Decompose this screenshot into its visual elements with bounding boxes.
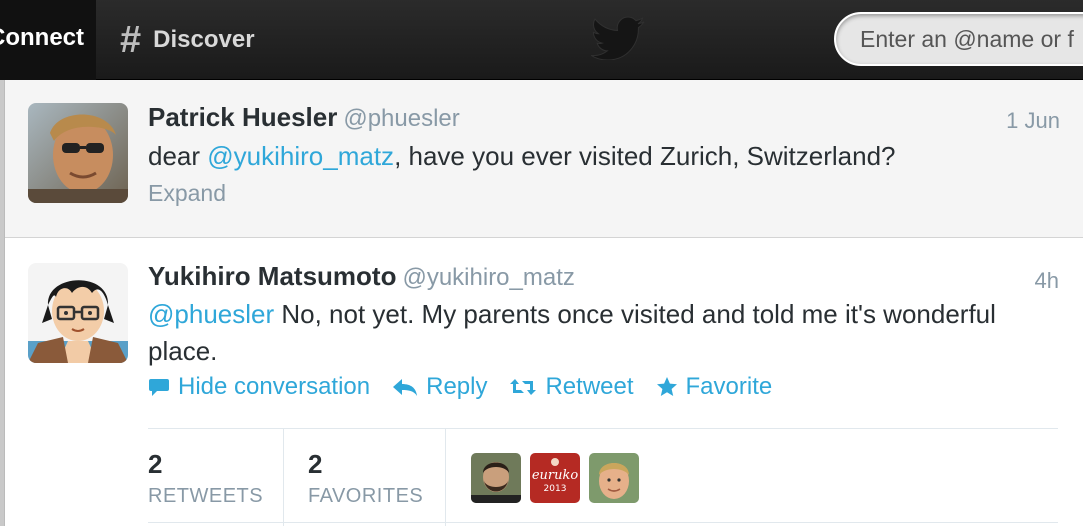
mention-link[interactable]: @phuesler xyxy=(148,299,274,329)
svg-text:euruko: euruko xyxy=(532,468,579,483)
tweet-timestamp[interactable]: 1 Jun xyxy=(1006,108,1060,134)
retweets-count: 2 xyxy=(148,449,163,479)
search-input[interactable] xyxy=(834,12,1083,66)
retweet-button[interactable]: Retweet xyxy=(509,373,634,401)
tweet-header: Patrick Huesler @phuesler xyxy=(148,102,460,133)
avatar[interactable] xyxy=(28,263,128,363)
speech-bubble-icon xyxy=(149,379,169,396)
timeline-panel: Patrick Huesler @phuesler 1 Jun dear @yuk… xyxy=(4,80,1083,526)
nav-discover-label: Discover xyxy=(153,26,255,53)
tweet-header: Yukihiro Matsumoto @yukihiro_matz xyxy=(148,261,575,292)
tweet-text-part: dear xyxy=(148,141,208,171)
tweet-text-part: , have you ever visited Zurich, Switzerl… xyxy=(394,141,896,171)
tweet-stats: 2 RETWEETS 2 FAVORITES euruko 2013 xyxy=(148,428,1058,526)
tweet-text: @phuesler No, not yet. My parents once v… xyxy=(148,296,1008,370)
favorites-count: 2 xyxy=(308,449,323,479)
divider xyxy=(148,522,1058,523)
favorites-label: FAVORITES xyxy=(308,485,424,507)
reply-arrow-icon xyxy=(393,379,418,396)
author-name[interactable]: Yukihiro Matsumoto xyxy=(148,261,396,291)
svg-text:2013: 2013 xyxy=(544,484,567,494)
favorite-label: Favorite xyxy=(685,373,773,400)
favorite-button[interactable]: Favorite xyxy=(656,373,773,401)
author-handle[interactable]: @phuesler xyxy=(343,105,459,132)
tweet-timestamp[interactable]: 4h xyxy=(1035,268,1059,294)
tweet-actions: Hide conversation Reply Retweet Favorite xyxy=(148,373,794,401)
retweeter-avatar[interactable] xyxy=(471,453,521,503)
avatar[interactable] xyxy=(28,103,128,203)
hash-icon: # xyxy=(120,19,142,61)
tweet-text: dear @yukihiro_matz, have you ever visit… xyxy=(148,138,896,175)
divider xyxy=(283,429,284,526)
top-navigation-bar: Connect # Discover xyxy=(0,0,1083,80)
divider xyxy=(445,429,446,526)
retweeter-avatar[interactable]: euruko 2013 xyxy=(530,453,580,503)
hide-conversation-button[interactable]: Hide conversation xyxy=(148,373,370,401)
retweet-label: Retweet xyxy=(545,373,634,400)
retweets-label: RETWEETS xyxy=(148,485,264,507)
twitter-bird-icon[interactable] xyxy=(586,16,646,60)
favorites-stat[interactable]: 2 FAVORITES xyxy=(308,429,443,526)
hide-conversation-label: Hide conversation xyxy=(178,373,371,400)
tweet-parent[interactable]: Patrick Huesler @phuesler 1 Jun dear @yuk… xyxy=(5,80,1083,238)
nav-connect-label: Connect xyxy=(0,24,84,51)
author-name[interactable]: Patrick Huesler xyxy=(148,102,337,132)
tweet-text-part: No, not yet. My parents once visited and… xyxy=(148,299,996,366)
retweet-icon xyxy=(510,379,537,395)
retweets-stat[interactable]: 2 RETWEETS xyxy=(148,429,283,526)
author-handle[interactable]: @yukihiro_matz xyxy=(402,264,574,291)
reply-button[interactable]: Reply xyxy=(392,373,487,401)
nav-discover[interactable]: # Discover xyxy=(120,20,255,60)
expand-link[interactable]: Expand xyxy=(148,180,226,207)
nav-connect[interactable]: Connect xyxy=(0,0,96,80)
mention-link[interactable]: @yukihiro_matz xyxy=(207,141,394,171)
reply-label: Reply xyxy=(426,373,488,400)
retweeter-avatar[interactable] xyxy=(589,453,639,503)
star-icon xyxy=(656,377,677,396)
